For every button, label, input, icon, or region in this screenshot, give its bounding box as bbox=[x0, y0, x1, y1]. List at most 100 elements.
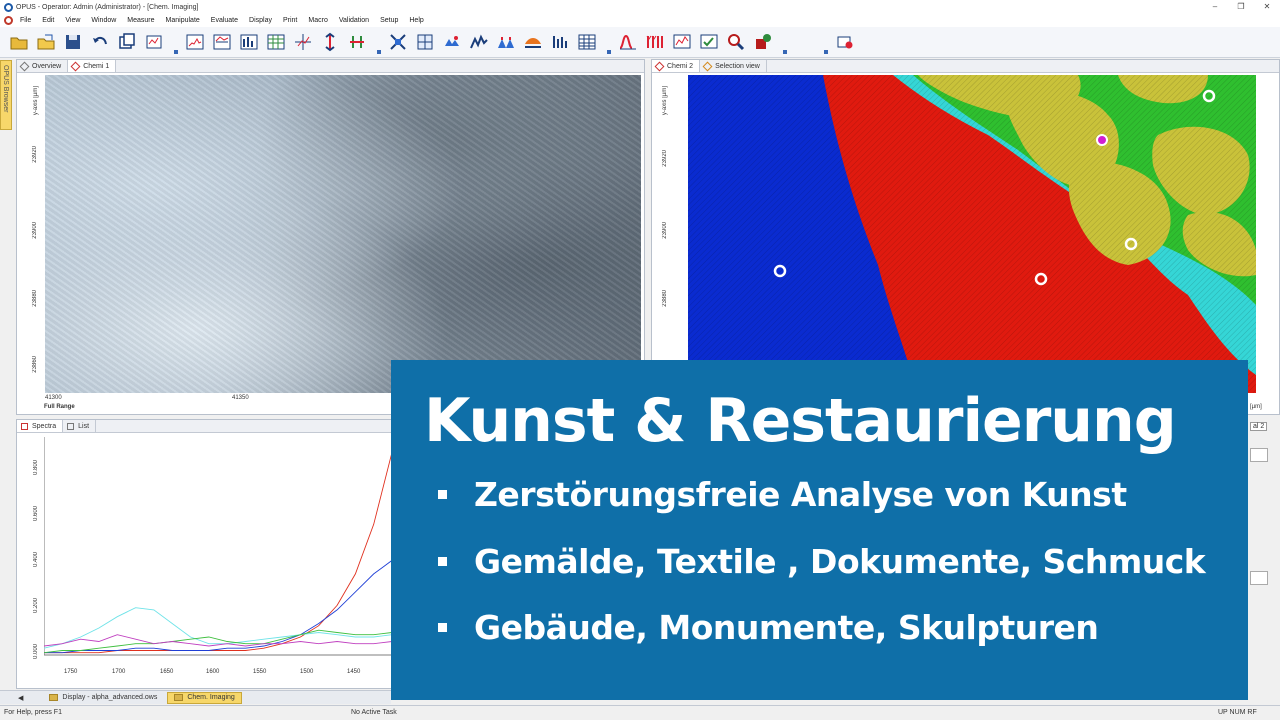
bullet-square-icon bbox=[438, 623, 447, 632]
open-file-icon[interactable] bbox=[35, 31, 57, 53]
window-title: OPUS - Operator: Admin (Administrator) -… bbox=[16, 3, 199, 11]
crosshair-icon[interactable] bbox=[292, 31, 314, 53]
tab-selection-view[interactable]: Selection view bbox=[700, 60, 767, 72]
close-button[interactable]: ✕ bbox=[1254, 0, 1280, 14]
overview-icon bbox=[19, 61, 30, 71]
menu-help[interactable]: Help bbox=[409, 17, 423, 24]
minimize-button[interactable]: – bbox=[1202, 0, 1228, 14]
spectra-y-tick: 0.400 bbox=[33, 552, 39, 568]
spectra-icon bbox=[21, 422, 28, 430]
search-icon[interactable] bbox=[725, 31, 747, 53]
zoom-fit-icon[interactable] bbox=[387, 31, 409, 53]
dropdown-fragment[interactable] bbox=[1250, 448, 1268, 462]
spectrum-line-1[interactable] bbox=[44, 452, 392, 654]
menu-setup[interactable]: Setup bbox=[380, 17, 398, 24]
marker-point-magenta[interactable] bbox=[1096, 134, 1108, 146]
menu-window[interactable]: Window bbox=[91, 17, 116, 24]
restore-button[interactable]: ❐ bbox=[1228, 0, 1254, 14]
toolbar-separator bbox=[172, 30, 178, 54]
scale-y-icon[interactable] bbox=[319, 31, 341, 53]
table-grid-icon[interactable] bbox=[576, 31, 598, 53]
spectra-x-tick: 1750 bbox=[64, 669, 78, 675]
report-chart-icon[interactable] bbox=[671, 31, 693, 53]
doc-tab-display[interactable]: Display - alpha_advanced.ows bbox=[43, 692, 163, 704]
spectra-x-tick: 1600 bbox=[206, 669, 220, 675]
open-folder-icon[interactable] bbox=[8, 31, 30, 53]
spectra-x-tick: 1500 bbox=[300, 669, 314, 675]
tab-fragment[interactable]: al 2 bbox=[1250, 422, 1268, 431]
left-y-tick: 23900 bbox=[32, 222, 38, 239]
peaks-triangle-icon[interactable] bbox=[495, 31, 517, 53]
document-menu-icon[interactable] bbox=[4, 16, 13, 25]
menu-validation[interactable]: Validation bbox=[339, 17, 369, 24]
copy-window-icon[interactable] bbox=[116, 31, 138, 53]
arrange-icon[interactable] bbox=[143, 31, 165, 53]
workspace-icon bbox=[174, 694, 184, 701]
spectra-x-tick: 1450 bbox=[347, 669, 361, 675]
right-y-tick: 23920 bbox=[662, 150, 668, 167]
menu-measure[interactable]: Measure bbox=[127, 17, 154, 24]
toolbar-separator bbox=[375, 30, 381, 54]
toolbar-separator bbox=[781, 30, 787, 54]
tab-spectra[interactable]: Spectra bbox=[17, 420, 64, 432]
spectrum-peak-icon[interactable] bbox=[238, 31, 260, 53]
scale-x-icon[interactable] bbox=[346, 31, 368, 53]
tab-list[interactable]: List bbox=[63, 420, 97, 432]
undo-icon[interactable] bbox=[89, 31, 111, 53]
menu-view[interactable]: View bbox=[65, 17, 80, 24]
toolbar bbox=[0, 27, 1280, 58]
grid-zoom-icon[interactable] bbox=[414, 31, 436, 53]
menu-file[interactable]: File bbox=[20, 17, 31, 24]
validation-icon[interactable] bbox=[752, 31, 774, 53]
tab-chemi-2[interactable]: Chemi 2 bbox=[652, 60, 701, 72]
report-check-icon[interactable] bbox=[698, 31, 720, 53]
spectra-x-tick: 1550 bbox=[253, 669, 267, 675]
right-y-tick: 23900 bbox=[662, 222, 668, 239]
menu-evaluate[interactable]: Evaluate bbox=[211, 17, 238, 24]
multi-peak-icon[interactable] bbox=[644, 31, 666, 53]
doc-tab-chem-imaging[interactable]: Chem. Imaging bbox=[167, 691, 242, 704]
save-icon[interactable] bbox=[62, 31, 84, 53]
scroll-left-icon[interactable]: ◀ bbox=[18, 694, 23, 702]
spectrum-window-icon[interactable] bbox=[184, 31, 206, 53]
measure-bars-icon[interactable] bbox=[549, 31, 571, 53]
opus-browser-tab[interactable]: OPUS Browser bbox=[0, 60, 12, 130]
opus-browser-label: OPUS Browser bbox=[2, 65, 9, 113]
chemical-map-image[interactable] bbox=[688, 75, 1256, 393]
spectra-y-tick: 0.600 bbox=[33, 506, 39, 522]
menu-manipulate[interactable]: Manipulate bbox=[166, 17, 200, 24]
table-view-icon[interactable] bbox=[265, 31, 287, 53]
dropdown-fragment-2[interactable] bbox=[1250, 571, 1268, 585]
left-y-tick: 23880 bbox=[32, 290, 38, 307]
peaks-icon[interactable] bbox=[468, 31, 490, 53]
toolbar-separator bbox=[605, 30, 611, 54]
range-label: Full Range bbox=[44, 404, 75, 410]
spectra-x-tick: 1650 bbox=[160, 669, 174, 675]
spectra-plot[interactable] bbox=[44, 437, 392, 661]
map-icon[interactable] bbox=[441, 31, 463, 53]
menu-macro[interactable]: Macro bbox=[308, 17, 327, 24]
tab-overview[interactable]: Overview bbox=[17, 60, 69, 72]
spectrum-line-5[interactable] bbox=[44, 634, 392, 647]
peak-pick-icon[interactable] bbox=[522, 31, 544, 53]
blank-tool-icon[interactable] bbox=[793, 31, 815, 53]
toolbar-separator bbox=[822, 30, 828, 54]
selection-icon bbox=[702, 61, 713, 71]
spectra-y-tick: 0.000 bbox=[33, 644, 39, 660]
right-y-axis-label: y-axis [µm] bbox=[662, 86, 668, 116]
menu-print[interactable]: Print bbox=[283, 17, 297, 24]
menu-display[interactable]: Display bbox=[249, 17, 272, 24]
chemical-map-drawing bbox=[688, 75, 1256, 393]
spectrum-split-icon[interactable] bbox=[211, 31, 233, 53]
chemi-icon bbox=[70, 61, 81, 71]
menu-edit[interactable]: Edit bbox=[42, 17, 54, 24]
overlay-title: Kunst & Restaurierung bbox=[424, 386, 1177, 456]
settings-icon[interactable] bbox=[834, 31, 856, 53]
optical-sample-image[interactable] bbox=[45, 75, 641, 393]
peak-shape-icon[interactable] bbox=[617, 31, 639, 53]
status-indicators: UP NUM RF bbox=[1218, 709, 1257, 716]
right-y-tick: 23880 bbox=[662, 290, 668, 307]
overlay-bullet: Gebäude, Monumente, Skulpturen bbox=[438, 608, 1099, 647]
tab-chemi-1[interactable]: Chemi 1 bbox=[68, 60, 117, 72]
opus-logo-icon bbox=[4, 2, 13, 12]
